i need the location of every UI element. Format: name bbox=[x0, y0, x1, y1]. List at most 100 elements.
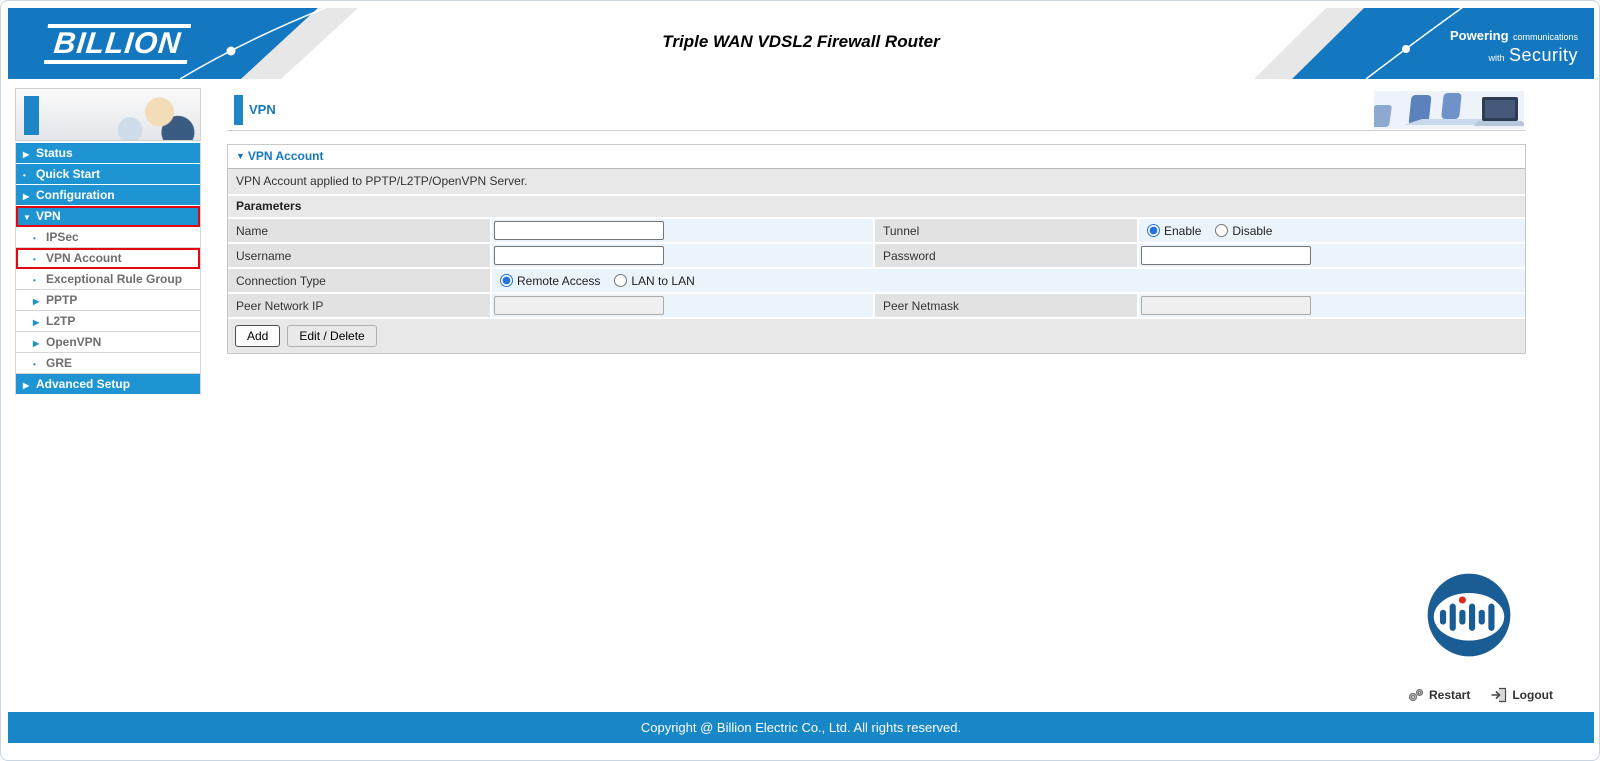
form-row-connection-type: Connection Type Remote Access LAN to LAN bbox=[228, 269, 1525, 294]
page-title: VPN bbox=[249, 102, 276, 117]
footer-bar: Copyright @ Billion Electric Co., Ltd. A… bbox=[8, 712, 1594, 743]
sidebar-item-label: PPTP bbox=[46, 293, 77, 307]
sidebar-item-l2tp[interactable]: ▶L2TP bbox=[16, 311, 200, 332]
tunnel-disable-radio[interactable] bbox=[1215, 224, 1228, 237]
name-label: Name bbox=[228, 219, 490, 242]
form-row-name-tunnel: Name Tunnel Enable Disable bbox=[228, 219, 1525, 244]
tunnel-enable-radio[interactable] bbox=[1147, 224, 1160, 237]
sidebar-item-label: Quick Start bbox=[36, 167, 100, 181]
connection-type-label: Connection Type bbox=[228, 269, 490, 292]
quick-actions: Restart Logout bbox=[1407, 687, 1553, 703]
peer-netmask-value-cell bbox=[1139, 294, 1525, 317]
logout-door-icon bbox=[1490, 687, 1508, 703]
tunnel-disable-label: Disable bbox=[1232, 224, 1272, 238]
sidebar-item-label: Advanced Setup bbox=[36, 377, 130, 391]
sidebar-item-label: Configuration bbox=[36, 188, 115, 202]
form-row-username-password: Username Password bbox=[228, 244, 1525, 269]
tagline-communications: communications bbox=[1513, 32, 1578, 42]
sidebar-item-label: Status bbox=[36, 146, 73, 160]
bullet-icon: • bbox=[33, 228, 43, 249]
logout-label: Logout bbox=[1512, 688, 1553, 702]
edit-delete-button[interactable]: Edit / Delete bbox=[287, 325, 376, 347]
bullet-icon: • bbox=[33, 249, 43, 270]
sidebar-item-label: OpenVPN bbox=[46, 335, 101, 349]
header-banner: BILLION Triple WAN VDSL2 Firewall Router… bbox=[8, 8, 1594, 79]
tunnel-label: Tunnel bbox=[875, 219, 1137, 242]
lan-to-lan-option[interactable]: LAN to LAN bbox=[614, 274, 694, 288]
peer-network-ip-input bbox=[494, 296, 664, 315]
restart-label: Restart bbox=[1429, 688, 1470, 702]
sidebar-item-label: Exceptional Rule Group bbox=[46, 272, 182, 286]
billion-globe-logo bbox=[1425, 571, 1513, 659]
remote-access-label: Remote Access bbox=[517, 274, 600, 288]
sidebar-item-label: VPN bbox=[36, 209, 61, 223]
password-input[interactable] bbox=[1141, 246, 1311, 265]
tunnel-enable-option[interactable]: Enable bbox=[1147, 224, 1201, 238]
sidebar-item-label: L2TP bbox=[46, 314, 75, 328]
peer-netmask-input bbox=[1141, 296, 1311, 315]
sidebar-item-advanced-setup[interactable]: ▶Advanced Setup bbox=[16, 374, 200, 395]
remote-access-option[interactable]: Remote Access bbox=[500, 274, 600, 288]
name-input[interactable] bbox=[494, 221, 664, 240]
sidebar-item-quick-start[interactable]: •Quick Start bbox=[16, 164, 200, 185]
lan-to-lan-label: LAN to LAN bbox=[631, 274, 694, 288]
arrow-right-icon: ▶ bbox=[33, 333, 43, 354]
parameters-heading: Parameters bbox=[228, 196, 1525, 219]
sidebar-item-vpn[interactable]: ▼VPN bbox=[16, 206, 200, 227]
bullet-icon: • bbox=[33, 270, 43, 291]
form-button-row: Add Edit / Delete bbox=[228, 319, 1525, 353]
section-header[interactable]: ▼VPN Account bbox=[228, 145, 1525, 169]
arrow-right-icon: ▶ bbox=[23, 186, 33, 207]
sidebar-item-status[interactable]: ▶Status bbox=[16, 143, 200, 164]
arrow-down-icon: ▼ bbox=[23, 207, 33, 228]
username-input[interactable] bbox=[494, 246, 664, 265]
add-button[interactable]: Add bbox=[235, 325, 280, 347]
router-model-title: Triple WAN VDSL2 Firewall Router bbox=[8, 32, 1594, 52]
sidebar-item-label: IPSec bbox=[46, 230, 79, 244]
sidebar-item-configuration[interactable]: ▶Configuration bbox=[16, 185, 200, 206]
sidebar-item-openvpn[interactable]: ▶OpenVPN bbox=[16, 332, 200, 353]
restart-button[interactable]: Restart bbox=[1407, 687, 1470, 703]
form-row-peer: Peer Network IP Peer Netmask bbox=[228, 294, 1525, 319]
sidebar-item-label: GRE bbox=[46, 356, 72, 370]
sidebar-item-label: VPN Account bbox=[46, 251, 122, 265]
tunnel-value-cell: Enable Disable bbox=[1139, 219, 1525, 242]
tagline-security: Security bbox=[1509, 45, 1578, 65]
password-label: Password bbox=[875, 244, 1137, 267]
section-title: VPN Account bbox=[248, 149, 324, 163]
name-value-cell bbox=[492, 219, 873, 242]
arrow-right-icon: ▶ bbox=[33, 291, 43, 312]
peer-network-ip-value-cell bbox=[492, 294, 873, 317]
section-description: VPN Account applied to PPTP/L2TP/OpenVPN… bbox=[228, 169, 1525, 196]
copyright-text: Copyright @ Billion Electric Co., Ltd. A… bbox=[641, 720, 961, 735]
arrow-right-icon: ▶ bbox=[33, 312, 43, 333]
vpn-account-panel: ▼VPN Account VPN Account applied to PPTP… bbox=[227, 144, 1526, 354]
username-value-cell bbox=[492, 244, 873, 267]
tunnel-enable-label: Enable bbox=[1164, 224, 1201, 238]
office-decoration-image bbox=[1374, 91, 1524, 129]
content-title-bar: VPN bbox=[227, 89, 1526, 131]
password-value-cell bbox=[1139, 244, 1525, 267]
router-admin-page: BILLION Triple WAN VDSL2 Firewall Router… bbox=[0, 0, 1600, 761]
bullet-icon: • bbox=[33, 354, 43, 375]
remote-access-radio[interactable] bbox=[500, 274, 513, 287]
lan-to-lan-radio[interactable] bbox=[614, 274, 627, 287]
arrow-right-icon: ▶ bbox=[23, 375, 33, 396]
tagline-powering: Powering bbox=[1450, 28, 1509, 43]
title-accent-bar bbox=[234, 95, 243, 125]
sidebar-item-pptp[interactable]: ▶PPTP bbox=[16, 290, 200, 311]
sidebar-item-vpn-account[interactable]: •VPN Account bbox=[16, 248, 200, 269]
collapse-triangle-icon: ▼ bbox=[236, 145, 245, 168]
sidebar-photo-accent-bar bbox=[24, 96, 39, 135]
sidebar-item-ipsec[interactable]: •IPSec bbox=[16, 227, 200, 248]
tunnel-disable-option[interactable]: Disable bbox=[1215, 224, 1272, 238]
sidebar-item-exceptional-rule-group[interactable]: •Exceptional Rule Group bbox=[16, 269, 200, 290]
sidebar-item-gre[interactable]: •GRE bbox=[16, 353, 200, 374]
peer-netmask-label: Peer Netmask bbox=[875, 294, 1137, 317]
logout-button[interactable]: Logout bbox=[1490, 687, 1553, 703]
peer-network-ip-label: Peer Network IP bbox=[228, 294, 490, 317]
brand-tagline: Powering communications with Security bbox=[1450, 26, 1578, 67]
bullet-icon: • bbox=[23, 165, 33, 186]
sidebar-photo bbox=[15, 88, 201, 141]
username-label: Username bbox=[228, 244, 490, 267]
